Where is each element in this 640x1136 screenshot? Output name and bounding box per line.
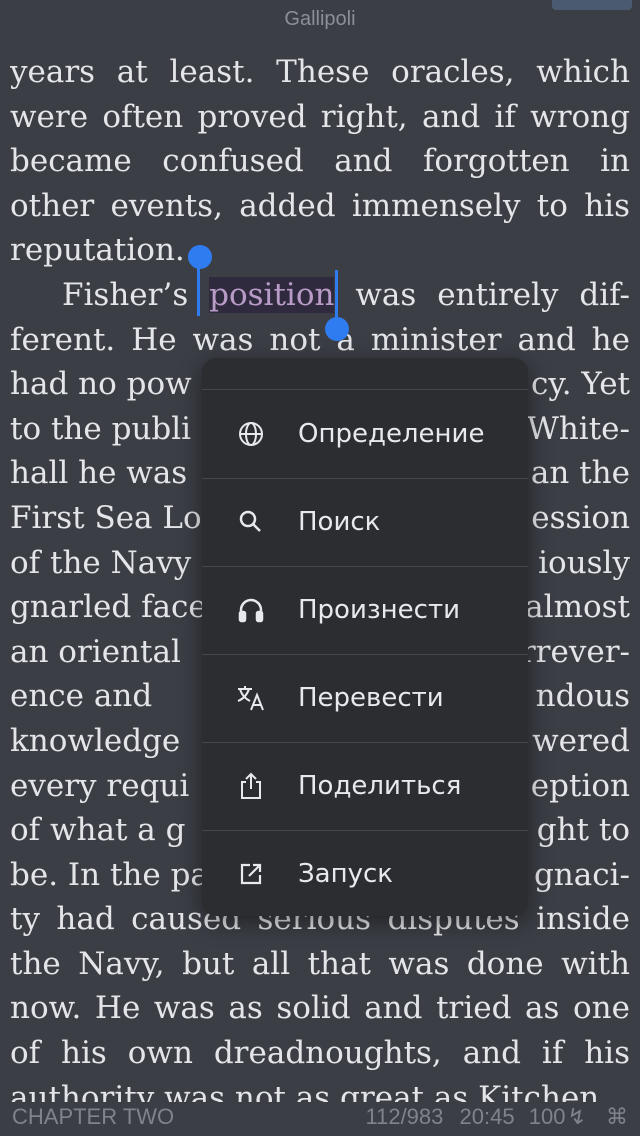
text-fragment: to the publi — [10, 410, 192, 447]
globe-icon — [236, 419, 266, 449]
text-fragment: White- — [526, 410, 630, 447]
text-fragment: an the — [530, 455, 630, 492]
selection-end-handle[interactable] — [325, 317, 349, 341]
text-fragment: almost — [525, 589, 630, 626]
clock: 20:45 — [459, 1104, 515, 1129]
menu-item-label: Произнести — [298, 595, 461, 625]
chapter-name: CHAPTER TWO — [12, 1104, 175, 1129]
text-fragment: of what a g — [10, 812, 186, 849]
menu-item-search[interactable]: Поиск — [202, 478, 528, 566]
translate-icon — [236, 683, 266, 713]
text-fragment: cy. Yet — [530, 366, 630, 403]
search-icon — [236, 507, 266, 537]
menu-item-speak[interactable]: Произнести — [202, 566, 528, 654]
text-line: other events, added immensely to his — [10, 187, 630, 224]
charging-icon: ↯ — [567, 1104, 586, 1129]
text-fragment: iously — [538, 544, 630, 581]
menu-item-label: Запуск — [298, 859, 393, 889]
text-line: reputation. — [10, 232, 185, 269]
menu-item-translate[interactable]: Перевести — [202, 654, 528, 742]
text-fragment: First Sea Lo — [10, 499, 202, 536]
book-title: Gallipoli — [284, 8, 356, 30]
text-fragment: had no pow — [10, 366, 192, 403]
text-line: became confused and forgotten in — [10, 143, 630, 180]
text-fragment: hall he was — [10, 455, 188, 492]
menu-item-launch[interactable]: Запуск — [202, 830, 528, 918]
page-counter: 112/983 — [365, 1104, 444, 1129]
text-fragment: was entirely dif- — [334, 276, 630, 313]
menu-item-definition[interactable]: Определение — [202, 390, 528, 478]
text-line: of his own dreadnoughts, and if his — [10, 1035, 630, 1072]
text-fragment: gnarled face — [10, 589, 207, 626]
menu-item-label: Определение — [298, 419, 485, 449]
share-icon — [236, 771, 266, 801]
text-fragment: an oriental — [10, 633, 181, 670]
text-fragment: eption — [530, 767, 630, 804]
menu-item-share[interactable]: Поделиться — [202, 742, 528, 830]
command-icon: ⌘ — [606, 1104, 628, 1129]
open-external-icon — [236, 859, 266, 889]
battery-level: 100 — [528, 1104, 566, 1129]
context-menu: Определение Поиск Произнести Перевести П… — [202, 358, 528, 916]
selected-word[interactable]: position — [209, 276, 335, 313]
selection-start-bar — [197, 268, 200, 316]
text-fragment: ndous — [535, 678, 630, 715]
text-line: ferent. He was not a minister and he — [10, 321, 630, 358]
text-fragment: of the Navy — [10, 544, 192, 581]
text-line: the Navy, but all that was done with — [10, 945, 630, 982]
text-fragment: Fisher’s — [62, 276, 210, 313]
text-line: now. He was as solid and tried as one — [10, 990, 630, 1027]
text-fragment: gnaci- — [533, 856, 630, 893]
status-footer: CHAPTER TWO 112/983 20:45 100↯ ⌘ — [0, 1100, 640, 1136]
headphones-icon — [236, 595, 266, 625]
selection-start-handle[interactable] — [188, 245, 212, 269]
menu-item-label: Поделиться — [298, 771, 462, 801]
text-line: Fisher’s position was entirely dif- — [10, 273, 630, 318]
text-fragment: ence and — [10, 678, 153, 715]
text-fragment: ght to — [536, 812, 630, 849]
status-right: 112/983 20:45 100↯ ⌘ — [356, 1104, 629, 1130]
text-fragment: every requi — [10, 767, 190, 804]
text-line-partial: authority was not as great as Kitchen — [10, 1079, 600, 1102]
text-line: were often proved right, and if wrong — [10, 98, 630, 135]
text-fragment: wered — [532, 722, 630, 759]
text-fragment: be. In the pa — [10, 856, 209, 893]
menu-item-label: Перевести — [298, 683, 444, 713]
menu-item-label: Поиск — [298, 507, 381, 537]
text-line: years at least. These oracles, which — [10, 54, 630, 90]
selection-end-bar — [335, 270, 338, 322]
text-fragment: rrever- — [520, 633, 630, 670]
text-fragment: knowledge — [10, 722, 181, 759]
text-fragment: ession — [531, 499, 630, 536]
